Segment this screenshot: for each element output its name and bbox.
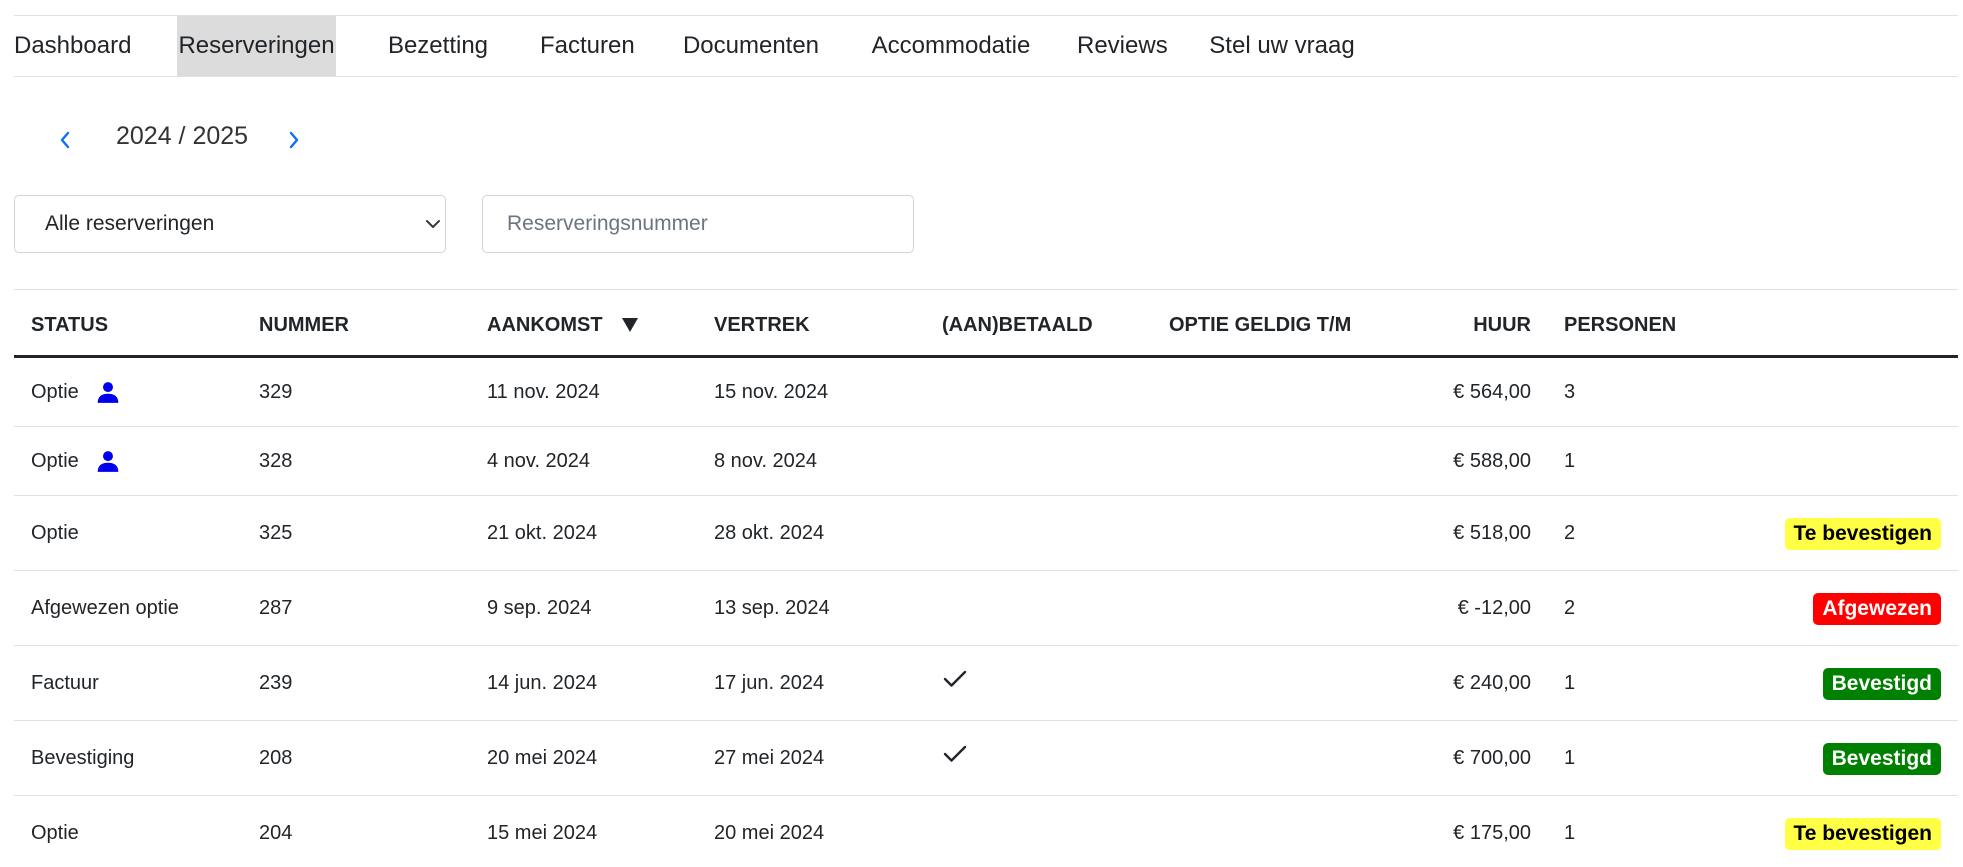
tab-accommodatie[interactable]: Accommodatie bbox=[869, 16, 1033, 76]
cell-huur: € 588,00 bbox=[1453, 450, 1531, 472]
cell-nummer: 204 bbox=[259, 822, 293, 844]
person-icon bbox=[97, 382, 119, 403]
cell-huur: € 240,00 bbox=[1453, 672, 1531, 694]
cell-aankomst: 9 sep. 2024 bbox=[487, 597, 592, 619]
cell-personen: 2 bbox=[1564, 522, 1576, 544]
header-huur[interactable]: Huur bbox=[1473, 314, 1531, 337]
check-icon bbox=[943, 745, 967, 762]
cell-personen: 1 bbox=[1564, 450, 1576, 472]
chevron-down-icon bbox=[426, 220, 440, 228]
check-icon bbox=[943, 670, 967, 687]
cell-huur: € 175,00 bbox=[1453, 822, 1531, 844]
cell-vertrek: 13 sep. 2024 bbox=[714, 597, 830, 619]
table-row[interactable]: Optie 325 21 okt. 2024 28 okt. 2024 € 518,00… bbox=[14, 496, 1958, 571]
search-input[interactable] bbox=[483, 196, 913, 252]
cell-aankomst: 20 mei 2024 bbox=[487, 747, 598, 769]
status-badge: Bevestigd bbox=[1822, 743, 1941, 775]
cell-personen: 3 bbox=[1564, 381, 1576, 403]
cell-personen: 1 bbox=[1564, 822, 1576, 844]
cell-personen: 2 bbox=[1564, 597, 1576, 619]
header-optie-geldig[interactable]: Optie geldig t/m bbox=[1169, 314, 1351, 337]
table-header: Status Nummer Aankomst Vertrek (Aan)beta… bbox=[14, 289, 1958, 358]
cell-vertrek: 20 mei 2024 bbox=[714, 822, 825, 844]
cell-nummer: 329 bbox=[259, 381, 293, 403]
header-nummer[interactable]: Nummer bbox=[259, 314, 349, 337]
cell-nummer: 325 bbox=[259, 522, 293, 544]
cell-vertrek: 8 nov. 2024 bbox=[714, 450, 818, 472]
cell-personen: 1 bbox=[1564, 747, 1576, 769]
cell-status: Optie bbox=[31, 381, 79, 403]
cell-aankomst: 15 mei 2024 bbox=[487, 822, 598, 844]
tab-reserveringen[interactable]: Reserveringen bbox=[177, 16, 336, 76]
status-badge: Bevestigd bbox=[1822, 668, 1941, 700]
tab-facturen[interactable]: Facturen bbox=[540, 16, 635, 76]
status-badge: Afgewezen bbox=[1813, 593, 1941, 625]
tab-bezetting[interactable]: Bezetting bbox=[384, 16, 492, 76]
status-badge: Te bevestigen bbox=[1784, 818, 1941, 850]
cell-aankomst: 21 okt. 2024 bbox=[487, 522, 598, 544]
status-badge: Te bevestigen bbox=[1784, 518, 1941, 550]
cell-nummer: 287 bbox=[259, 597, 293, 619]
cell-vertrek: 17 jun. 2024 bbox=[714, 672, 825, 694]
cell-vertrek: 28 okt. 2024 bbox=[714, 522, 825, 544]
chevron-left-icon[interactable] bbox=[50, 118, 80, 162]
table-row[interactable]: Optie 329 11 nov. 2024 15 nov. 2024 € 564,00… bbox=[14, 358, 1958, 427]
cell-status: Optie bbox=[31, 450, 79, 472]
header-vertrek[interactable]: Vertrek bbox=[714, 314, 810, 337]
tab-stel-uw-vraag[interactable]: Stel uw vraag bbox=[1207, 16, 1357, 76]
table-row[interactable]: Optie 328 4 nov. 2024 8 nov. 2024 € 588,00 1 bbox=[14, 427, 1958, 496]
cell-vertrek: 27 mei 2024 bbox=[714, 747, 825, 769]
cell-personen: 1 bbox=[1564, 672, 1576, 694]
tab-reviews[interactable]: Reviews bbox=[1077, 16, 1168, 76]
cell-huur: € 518,00 bbox=[1453, 522, 1531, 544]
reservation-filter-select[interactable]: Alle reserveringen bbox=[14, 195, 446, 253]
header-status[interactable]: Status bbox=[31, 314, 108, 337]
header-personen[interactable]: Personen bbox=[1564, 314, 1676, 337]
nav-tabs: Dashboard Reserveringen Bezetting Factur… bbox=[14, 15, 1958, 77]
reservations-table: Status Nummer Aankomst Vertrek (Aan)beta… bbox=[14, 289, 1958, 867]
cell-aankomst: 4 nov. 2024 bbox=[487, 450, 591, 472]
cell-vertrek: 15 nov. 2024 bbox=[714, 381, 829, 403]
cell-huur: € -12,00 bbox=[1457, 597, 1531, 619]
cell-status: Optie bbox=[31, 522, 79, 544]
table-row[interactable]: Optie 204 15 mei 2024 20 mei 2024 € 175,00 1 T… bbox=[14, 796, 1958, 867]
header-betaald[interactable]: (Aan)betaald bbox=[942, 314, 1093, 337]
table-row[interactable]: Afgewezen optie 287 9 sep. 2024 13 sep. 202… bbox=[14, 571, 1958, 646]
table-row[interactable]: Factuur 239 14 jun. 2024 17 jun. 2024 € 240,… bbox=[14, 646, 1958, 721]
season-label: 2024 / 2025 bbox=[116, 122, 249, 150]
cell-nummer: 239 bbox=[259, 672, 293, 694]
cell-status: Afgewezen optie bbox=[31, 597, 179, 619]
cell-huur: € 564,00 bbox=[1453, 381, 1531, 403]
reservation-number-search bbox=[482, 195, 914, 253]
cell-nummer: 328 bbox=[259, 450, 293, 472]
cell-aankomst: 11 nov. 2024 bbox=[487, 381, 600, 403]
sort-down-icon[interactable] bbox=[621, 317, 639, 333]
chevron-right-icon[interactable] bbox=[279, 118, 309, 162]
cell-huur: € 700,00 bbox=[1453, 747, 1531, 769]
table-body: Optie 329 11 nov. 2024 15 nov. 2024 € 564,00… bbox=[14, 358, 1958, 867]
cell-nummer: 208 bbox=[259, 747, 293, 769]
cell-status: Optie bbox=[31, 822, 79, 844]
cell-aankomst: 14 jun. 2024 bbox=[487, 672, 598, 694]
person-icon bbox=[97, 451, 119, 472]
tab-dashboard[interactable]: Dashboard bbox=[14, 16, 131, 76]
cell-status: Bevestiging bbox=[31, 747, 135, 769]
tab-documenten[interactable]: Documenten bbox=[681, 16, 821, 76]
header-aankomst[interactable]: Aankomst bbox=[487, 314, 603, 337]
table-row[interactable]: Bevestiging 208 20 mei 2024 27 mei 2024 € 70… bbox=[14, 721, 1958, 796]
select-value: Alle reserveringen bbox=[45, 212, 215, 235]
cell-status: Factuur bbox=[31, 672, 99, 694]
